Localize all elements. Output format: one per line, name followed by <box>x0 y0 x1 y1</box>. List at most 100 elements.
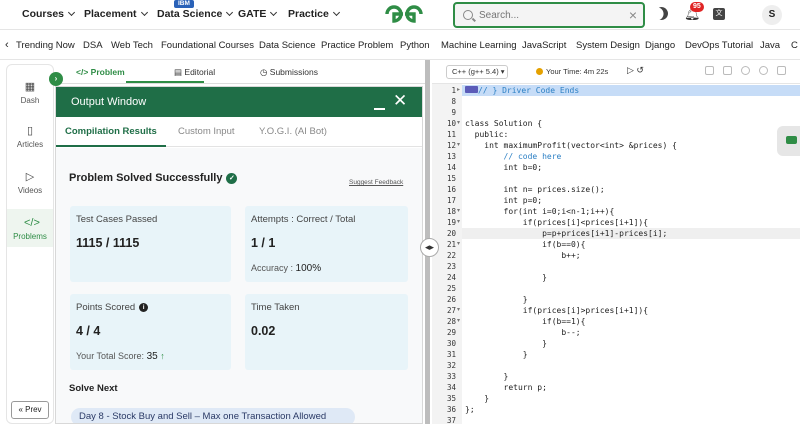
code-line[interactable]: b--; <box>465 327 580 338</box>
reset-icon[interactable] <box>759 66 768 75</box>
nav-gate[interactable]: GATE <box>238 8 278 20</box>
subnav-item[interactable]: Web Tech <box>111 40 153 51</box>
code-line[interactable]: class Solution { <box>465 118 542 129</box>
code-line[interactable]: return p; <box>465 382 547 393</box>
subnav-item[interactable]: Django <box>645 40 675 51</box>
line-number: 11 <box>446 130 456 139</box>
code-line[interactable]: int p=0; <box>465 195 543 206</box>
rail-item-problems[interactable]: </> Problems <box>7 209 53 247</box>
gfg-logo[interactable] <box>383 2 425 26</box>
code-editor[interactable]: // } Driver Code Ends class Solution { pu… <box>463 84 800 424</box>
subnav-item[interactable]: Python <box>400 40 430 51</box>
code-line[interactable]: int n= prices.size(); <box>465 184 605 195</box>
search-input[interactable] <box>479 8 619 23</box>
translate-icon[interactable]: 文 <box>713 8 725 20</box>
fold-toggle-icon[interactable]: ▸ <box>457 85 460 96</box>
expand-arrow-icon[interactable]: › <box>49 72 63 86</box>
fold-toggle-icon[interactable]: ▾ <box>457 305 460 316</box>
total-score-line: Your Total Score: 35 ↑ <box>76 351 165 362</box>
subnav-item[interactable]: System Design <box>576 40 640 51</box>
copy-icon[interactable] <box>705 66 714 75</box>
subnav-item[interactable]: Practice Problem <box>321 40 393 51</box>
chevron-down-icon <box>270 8 278 17</box>
rail-item-videos[interactable]: ▷ Videos <box>7 171 53 195</box>
code-line[interactable]: // code here <box>465 151 562 162</box>
fold-toggle-icon[interactable]: ▾ <box>457 206 460 217</box>
code-line[interactable]: public: <box>465 129 509 140</box>
output-tabs: Compilation Results Custom Input Y.O.G.I… <box>56 117 422 147</box>
dark-mode-icon[interactable] <box>653 5 671 23</box>
code-line[interactable]: // } Driver Code Ends <box>465 85 579 96</box>
chat-icon[interactable] <box>777 126 800 156</box>
resize-handle-icon[interactable]: ◂▸ <box>420 238 439 257</box>
topic-subnav: ‹ Trending Now DSA Web Tech Foundational… <box>0 30 800 60</box>
subnav-item[interactable]: Trending Now <box>16 40 75 51</box>
tab-editorial[interactable]: ▤ Editorial <box>174 67 215 78</box>
line-number: 32 <box>446 361 456 370</box>
search-box[interactable]: × <box>453 2 645 28</box>
fold-toggle-icon[interactable]: ▾ <box>457 316 460 327</box>
code-line[interactable]: if(prices[i]<prices[i+1]){ <box>465 217 648 228</box>
code-line[interactable]: if(prices[i]>prices[i+1]){ <box>465 305 648 316</box>
scroll-left-icon[interactable]: ‹ <box>5 39 9 51</box>
output-window-header: Output Window ✕ <box>56 87 422 117</box>
language-select[interactable]: C++ (g++ 5.4) ▾ <box>446 65 508 79</box>
attempts-card: Attempts : Correct / Total 1 / 1 Accurac… <box>245 206 408 282</box>
subnav-item[interactable]: Java <box>760 40 780 51</box>
clear-search-icon[interactable]: × <box>629 7 637 23</box>
nav-placement[interactable]: Placement <box>84 8 148 20</box>
code-line[interactable]: } <box>465 338 547 349</box>
code-line[interactable]: }; <box>465 404 475 415</box>
subnav-item[interactable]: Machine Learning <box>441 40 517 51</box>
code-line[interactable]: b++; <box>465 250 580 261</box>
code-line[interactable]: } <box>465 349 528 360</box>
code-line[interactable]: int b=0; <box>465 162 543 173</box>
code-line[interactable]: int maximumProfit(vector<int> &prices) { <box>465 140 677 151</box>
tab-yogi-ai-bot[interactable]: Y.O.G.I. (AI Bot) <box>259 126 327 137</box>
prev-button[interactable]: « Prev <box>11 401 49 419</box>
code-line[interactable]: if(b==0){ <box>465 239 585 250</box>
line-number: 1 <box>451 86 456 95</box>
folded-code-marker[interactable] <box>465 86 478 93</box>
subnav-item[interactable]: DevOps Tutorial <box>685 40 753 51</box>
settings-icon[interactable] <box>741 66 750 75</box>
fold-toggle-icon[interactable]: ▾ <box>457 239 460 250</box>
fold-toggle-icon[interactable]: ▾ <box>457 217 460 228</box>
code-line[interactable]: } <box>465 294 528 305</box>
tab-submissions[interactable]: ◷ Submissions <box>260 67 318 78</box>
code-line[interactable]: p=p+prices[i+1]-prices[i]; <box>465 228 667 239</box>
next-problem-link[interactable]: Day 8 - Stock Buy and Sell – Max one Tra… <box>71 408 355 423</box>
paste-icon[interactable] <box>723 66 732 75</box>
fullscreen-icon[interactable] <box>777 66 786 75</box>
tab-custom-input[interactable]: Custom Input <box>178 126 235 137</box>
suggest-feedback-link[interactable]: Suggest Feedback <box>349 179 403 186</box>
timer: Your Time: 4m 22s <box>536 67 608 76</box>
code-comment: // } Driver Code Ends <box>478 86 580 95</box>
code-line[interactable]: } <box>465 371 509 382</box>
subnav-item[interactable]: DSA <box>83 40 103 51</box>
rail-item-articles[interactable]: ▯ Articles <box>7 125 53 149</box>
code-line[interactable]: } <box>465 272 547 283</box>
code-line[interactable]: for(int i=0;i<n-1;i++){ <box>465 206 615 217</box>
minimize-icon[interactable] <box>374 108 385 110</box>
subnav-item[interactable]: JavaScript <box>522 40 566 51</box>
subnav-item[interactable]: C <box>791 40 798 51</box>
avatar[interactable]: S <box>762 5 782 25</box>
subnav-item[interactable]: Foundational Courses <box>161 40 254 51</box>
info-icon[interactable]: i <box>139 303 149 312</box>
code-line[interactable]: } <box>465 393 489 404</box>
code-line[interactable]: if(b==1){ <box>465 316 585 327</box>
nav-courses[interactable]: Courses <box>22 8 76 20</box>
fold-toggle-icon[interactable]: ▾ <box>457 118 460 129</box>
left-rail: ▦ Dash ▯ Articles ▷ Videos </> Problems <box>6 64 54 424</box>
tab-problem[interactable]: </> Problem <box>76 67 125 77</box>
nav-data-science[interactable]: Data Science <box>157 8 234 20</box>
chevron-down-icon <box>140 8 148 17</box>
close-icon[interactable]: ✕ <box>393 92 407 110</box>
rail-item-dash[interactable]: ▦ Dash <box>7 81 53 105</box>
tab-compilation-results[interactable]: Compilation Results <box>65 126 157 137</box>
subnav-item[interactable]: Data Science <box>259 40 316 51</box>
timer-controls-icon[interactable]: ▷ ↺ <box>627 65 644 76</box>
nav-practice[interactable]: Practice <box>288 8 340 20</box>
fold-toggle-icon[interactable]: ▾ <box>457 140 460 151</box>
